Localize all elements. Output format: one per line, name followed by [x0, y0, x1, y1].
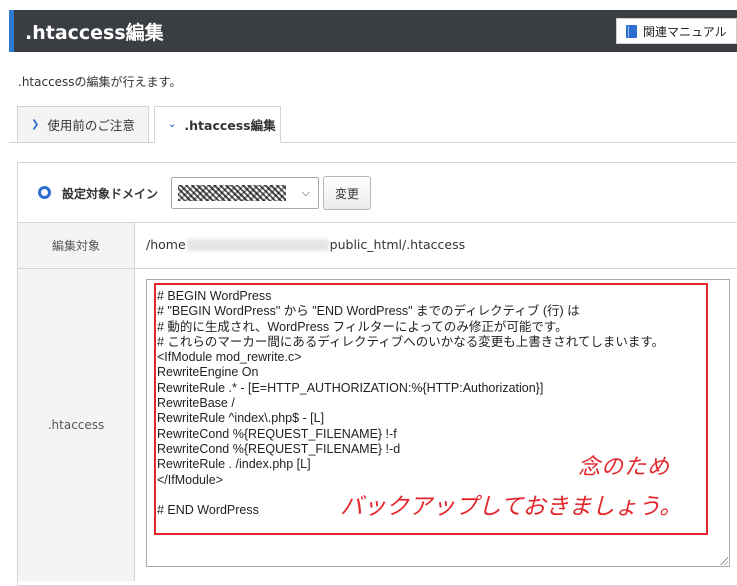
htaccess-label: .htaccess	[18, 269, 135, 581]
page-header: .htaccess編集 関連マニュアル	[9, 10, 737, 52]
code-line: RewriteEngine On	[157, 365, 259, 380]
handwritten-note-2: バックアップしておきましょう。	[340, 494, 683, 520]
code-line: <IfModule mod_rewrite.c>	[157, 350, 302, 365]
code-line: RewriteRule ^index\.php$ - [L]	[157, 411, 325, 426]
code-line: RewriteRule .* - [E=HTTP_AUTHORIZATION:%…	[157, 380, 544, 395]
edit-target-label: 編集対象	[18, 223, 135, 268]
path-suffix: public_html/.htaccess	[329, 237, 466, 252]
code-line: RewriteBase /	[157, 396, 235, 411]
tab-precautions[interactable]: ❯ 使用前のご注意	[17, 106, 149, 143]
book-icon	[626, 24, 637, 38]
domain-mosaic	[178, 185, 286, 201]
htaccess-code[interactable]: # BEGIN WordPress # "BEGIN WordPress" から …	[157, 289, 664, 518]
domain-select[interactable]: ⌵	[171, 177, 319, 209]
related-manual-button[interactable]: 関連マニュアル	[616, 18, 737, 44]
code-line: # BEGIN WordPress	[157, 289, 272, 303]
change-domain-button[interactable]: 変更	[323, 176, 371, 210]
tab-precautions-label: 使用前のご注意	[47, 118, 135, 133]
tab-htaccess-edit-label: .htaccess編集	[184, 118, 276, 133]
radio-icon	[38, 186, 51, 199]
tab-htaccess-edit[interactable]: ⌄ .htaccess編集	[154, 106, 281, 143]
chevron-right-icon: ❯	[31, 119, 40, 130]
code-line: RewriteCond %{REQUEST_FILENAME} !-f	[157, 426, 397, 441]
domain-label: 設定対象ドメイン	[62, 187, 159, 201]
related-manual-label: 関連マニュアル	[643, 24, 727, 39]
page-description: .htaccessの編集が行えます。	[18, 75, 182, 89]
page-title: .htaccess編集	[25, 22, 164, 44]
chevron-down-icon: ⌵	[301, 186, 310, 199]
chevron-down-icon: ⌄	[168, 119, 177, 130]
resize-handle-icon[interactable]	[719, 556, 728, 565]
edit-target-path: /home public_html/.htaccess	[146, 237, 465, 252]
handwritten-note-1: 念のため	[578, 455, 671, 480]
code-line: # これらのマーカー間にあるディレクティブへのいかなる変更も上書きされてしまいま…	[157, 334, 665, 349]
path-prefix: /home	[146, 237, 186, 252]
path-blurred-segment	[186, 238, 329, 251]
code-line: # 動的に生成され、WordPress フィルターによってのみ修正が可能です。	[157, 319, 568, 334]
code-line: # "BEGIN WordPress" から "END WordPress" ま…	[157, 304, 580, 319]
edit-target-row: 編集対象 /home public_html/.htaccess	[18, 223, 737, 269]
domain-row: 設定対象ドメイン ⌵ 変更	[18, 163, 737, 223]
